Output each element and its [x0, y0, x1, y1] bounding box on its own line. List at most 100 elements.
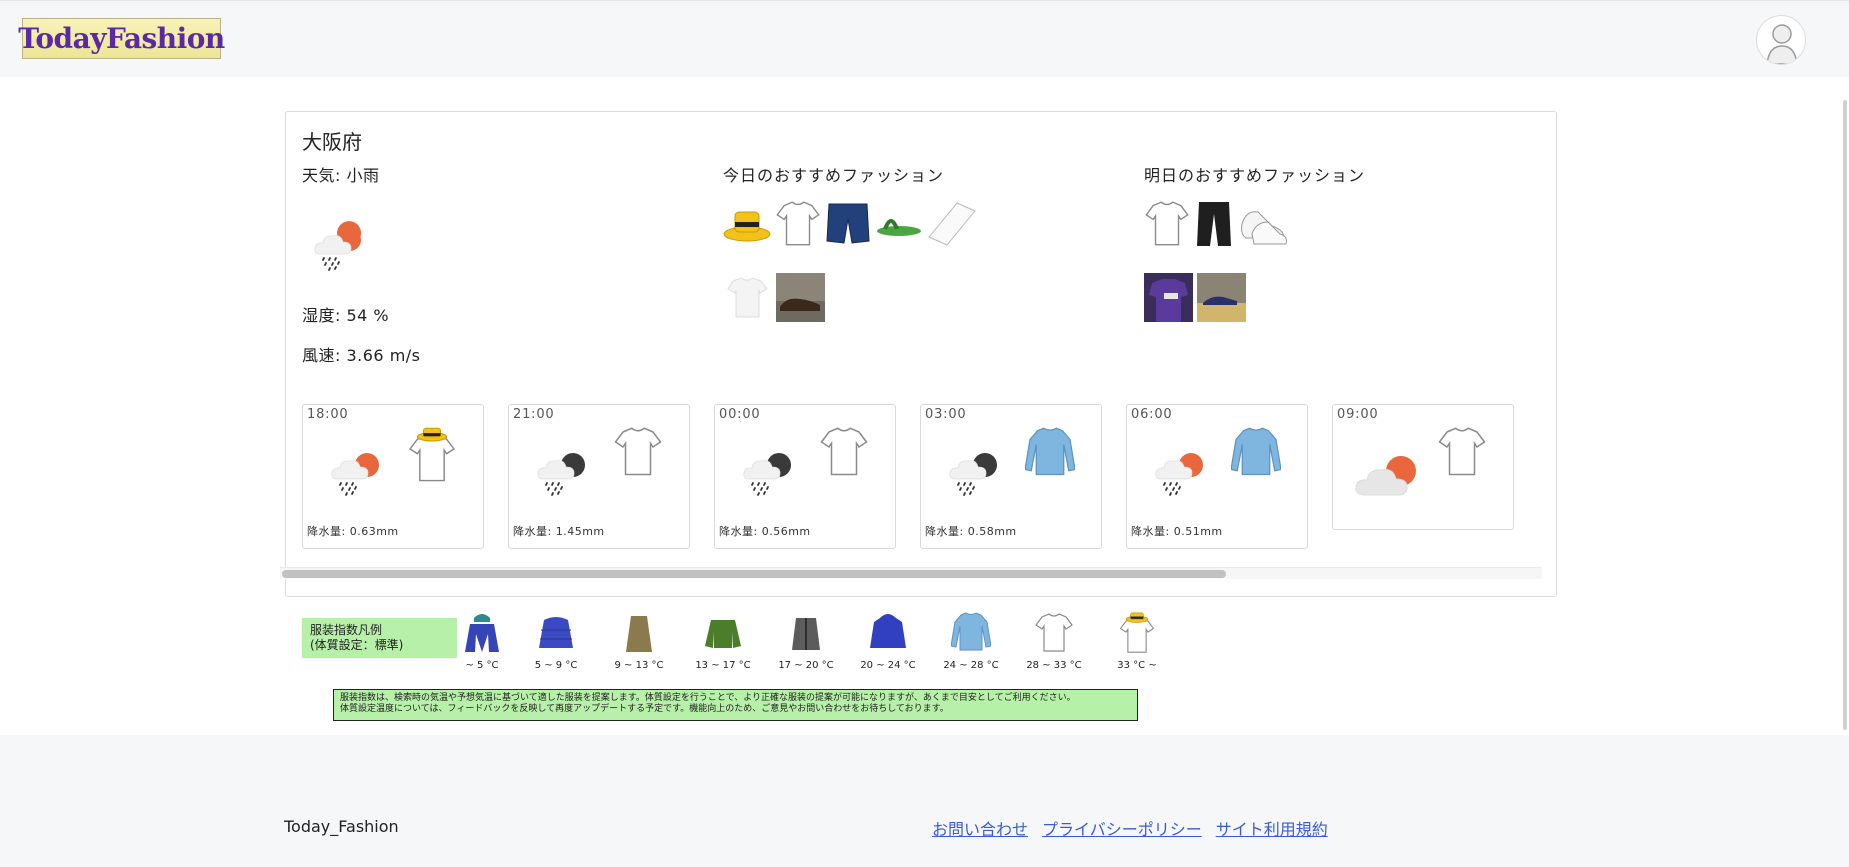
legend-range: 20 ~ 24 °C [860, 660, 916, 671]
legend-item: 24 ~ 28 °C [941, 612, 1001, 671]
wind-speed: 風速: 3.66 m/s [302, 346, 421, 365]
tshirt-icon [820, 427, 868, 476]
tomorrow-fashion-photos [1144, 273, 1246, 322]
legend-range: ~ 5 °C [465, 660, 499, 671]
prefecture-name: 大阪府 [302, 130, 362, 154]
legend-range: 13 ~ 17 °C [695, 660, 751, 671]
legend-item: ~ 5 °C [452, 612, 512, 671]
precipitation: 降水量: 0.63mm [307, 525, 399, 538]
forecast-time: 09:00 [1337, 407, 1379, 422]
rain-sun-icon [313, 221, 362, 271]
sneakers-icon[interactable] [1238, 200, 1290, 248]
down-jacket-hat-icon [465, 614, 499, 652]
longsleeve-icon [1231, 427, 1281, 476]
legend-range: 9 ~ 13 °C [614, 660, 664, 671]
cardigan-icon [792, 618, 820, 650]
tshirt-icon [614, 427, 662, 476]
tshirt-icon[interactable] [1144, 200, 1190, 248]
forecast-card: 21:00 降水量: 1.45mm [508, 404, 690, 549]
precipitation: 降水量: 0.51mm [1131, 525, 1223, 538]
user-avatar-icon [1766, 24, 1798, 64]
page-scrollbar[interactable] [1843, 100, 1847, 730]
towel-icon[interactable] [927, 201, 977, 247]
forecast-time: 03:00 [925, 407, 967, 422]
legend-item: 9 ~ 13 °C [609, 612, 669, 671]
longsleeve-icon [1025, 427, 1075, 476]
legend-label-line1: 服装指数凡例 [310, 623, 383, 637]
site-logo[interactable]: TodayFashion [18, 18, 225, 59]
sandals-icon[interactable] [875, 209, 923, 239]
legend-range: 28 ~ 33 °C [1026, 660, 1082, 671]
tshirt-icon[interactable] [775, 200, 821, 248]
humidity: 湿度: 54 % [302, 306, 390, 325]
straw-hat-icon[interactable] [723, 204, 771, 244]
shorts-icon[interactable] [825, 201, 871, 247]
privacy-policy-link[interactable]: プライバシーポリシー [1042, 816, 1202, 840]
avatar[interactable] [1756, 15, 1806, 65]
tshirt-icon [1035, 613, 1073, 652]
brown-shoes-photo-icon[interactable] [776, 273, 825, 322]
forecast-card: 06:00 降水量: 0.51mm [1126, 404, 1308, 549]
forecast-card: 00:00 降水量: 0.56mm [714, 404, 896, 549]
forecast-card: 18:00 降水量: 0.63mm [302, 404, 484, 549]
rain-sun-icon [1154, 453, 1203, 496]
legend-item: 33 °C ~ [1107, 612, 1167, 671]
weather-condition: 天気: 小雨 [302, 166, 380, 185]
rain-moon-icon [948, 453, 997, 496]
legend-item: 20 ~ 24 °C [858, 612, 918, 671]
legend-note-line2: 体質設定温度については、フィードバックを反映して再度アップデートする予定です。機… [340, 704, 949, 714]
legend-range: 33 °C ~ [1117, 660, 1157, 671]
terms-link[interactable]: サイト利用規約 [1216, 816, 1328, 840]
forecast-card: 03:00 降水量: 0.58mm [920, 404, 1102, 549]
precipitation: 降水量: 0.58mm [925, 525, 1017, 538]
legend-item: 5 ~ 9 °C [526, 612, 586, 671]
legend-range: 5 ~ 9 °C [534, 660, 578, 671]
forecast-time: 00:00 [719, 407, 761, 422]
logo-text: TodayFashion [18, 22, 225, 55]
tomorrow-fashion-title: 明日のおすすめファッション [1144, 166, 1366, 185]
legend-note: 服装指数は、検索時の気温や予想気温に基づいて適した服装を提案します。体質設定を行… [333, 689, 1138, 721]
down-jacket-icon [539, 617, 573, 648]
today-fashion-title: 今日のおすすめファッション [723, 166, 945, 185]
forecast-scrollbar-thumb[interactable] [282, 570, 1226, 578]
hourly-forecast[interactable]: 18:00 降水量: 0.63mm 21:00 降水量: 1.45mm 00:0… [302, 404, 1542, 564]
cloud-sun-icon [1355, 456, 1416, 496]
precipitation: 降水量: 1.45mm [513, 525, 605, 538]
white-tshirt-photo-icon[interactable] [723, 273, 772, 322]
site-header: TodayFashion [0, 0, 1849, 77]
legend-range: 17 ~ 20 °C [778, 660, 834, 671]
bomber-jacket-icon [705, 620, 741, 648]
legend-item: 28 ~ 33 °C [1024, 612, 1084, 671]
footer-brand: Today_Fashion [284, 817, 399, 836]
forecast-card: 09:00 [1332, 404, 1514, 530]
forecast-time: 18:00 [307, 407, 349, 422]
forecast-time: 21:00 [513, 407, 555, 422]
legend-note-line1: 服装指数は、検索時の気温や予想気温に基づいて適した服装を提案します。体質設定を行… [340, 693, 1076, 703]
soccer-jersey-photo-icon[interactable] [1144, 273, 1193, 322]
rain-sun-icon [330, 453, 379, 496]
footer-links: お問い合わせ プライバシーポリシー サイト利用規約 [932, 816, 1328, 840]
tshirt-hat-icon [1120, 612, 1154, 653]
legend-range: 24 ~ 28 °C [943, 660, 999, 671]
rain-moon-icon [742, 453, 791, 496]
rain-moon-icon [536, 453, 585, 496]
legend-label-line2: (体質設定：標準) [310, 638, 404, 652]
hoodie-icon [870, 614, 906, 648]
legend-item: 17 ~ 20 °C [776, 612, 836, 671]
precipitation: 降水量: 0.56mm [719, 525, 811, 538]
shoe-box-photo-icon[interactable] [1197, 273, 1246, 322]
today-fashion-photos [723, 273, 825, 322]
longsleeve-icon [951, 612, 991, 651]
tshirt-hat-icon [409, 427, 455, 482]
black-pants-icon[interactable] [1194, 200, 1234, 248]
forecast-time: 06:00 [1131, 407, 1173, 422]
tomorrow-fashion-icons [1144, 200, 1290, 248]
tshirt-icon [1438, 427, 1486, 476]
coat-icon [626, 616, 652, 652]
forecast-scrollbar[interactable] [280, 567, 1542, 579]
today-fashion-icons [723, 200, 977, 248]
weather-card: 大阪府 天気: 小雨 湿度: 54 % 風速: 3.66 m/s 今日のおすすめ… [280, 111, 1557, 597]
contact-link[interactable]: お問い合わせ [932, 816, 1028, 840]
site-footer: Today_Fashion お問い合わせ プライバシーポリシー サイト利用規約 [0, 735, 1849, 867]
legend-label: 服装指数凡例 (体質設定：標準) [302, 618, 457, 658]
